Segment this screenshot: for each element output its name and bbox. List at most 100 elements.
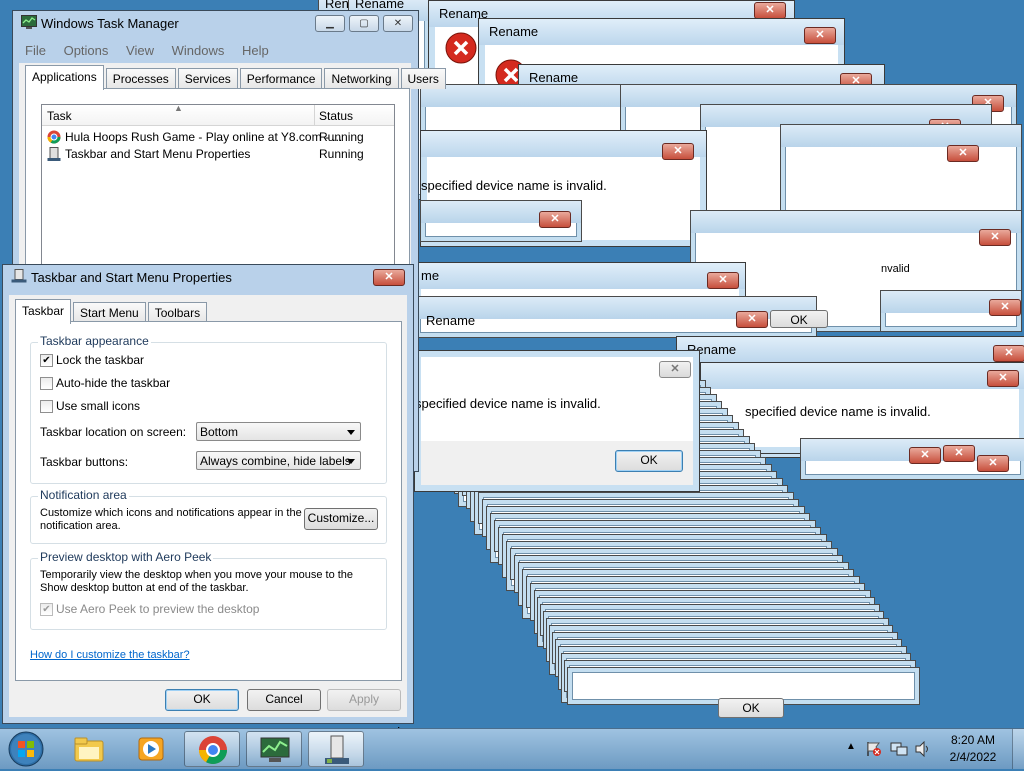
autohide-checkbox[interactable]	[40, 377, 53, 390]
tab-services[interactable]: Services	[177, 68, 238, 89]
task-name: Taskbar and Start Menu Properties	[65, 147, 251, 161]
close-icon[interactable]: ✕	[989, 299, 1021, 316]
table-row[interactable]: Taskbar and Start Menu Properties Runnin…	[47, 146, 392, 162]
menu-bar: File Options View Windows Help	[25, 43, 283, 58]
help-link[interactable]: How do I customize the taskbar?	[30, 649, 190, 661]
column-header-task[interactable]: Task	[47, 109, 72, 123]
action-center-flag-icon[interactable]	[866, 741, 882, 757]
lock-taskbar-label: Lock the taskbar	[56, 353, 145, 367]
error-message: specified device name is invalid.	[745, 404, 931, 419]
taskbar-explorer-button[interactable]	[60, 731, 116, 767]
taskbar-properties-button[interactable]	[308, 731, 364, 767]
error-dialog-front: ✕ specified device name is invalid. OK	[414, 350, 700, 492]
location-select[interactable]: Bottom	[196, 422, 361, 441]
error-dialog-ghost: ✕	[420, 200, 582, 242]
tab-applications[interactable]: Applications	[25, 65, 104, 90]
buttons-select[interactable]: Always combine, hide labels	[196, 451, 361, 470]
sort-arrow-icon: ▲	[174, 103, 183, 113]
error-message: specified device name is invalid.	[421, 178, 607, 193]
show-hidden-icons-arrow[interactable]: ▲	[846, 741, 856, 752]
cancel-button[interactable]: Cancel	[247, 689, 321, 711]
buttons-label: Taskbar buttons:	[40, 455, 129, 469]
dialog-title: Rename	[426, 313, 476, 328]
close-button[interactable]: ✕	[383, 15, 413, 32]
close-icon[interactable]: ✕	[979, 229, 1011, 246]
volume-icon[interactable]	[914, 741, 932, 757]
close-icon[interactable]: ✕	[539, 211, 571, 228]
error-message-fragment: nvalid	[881, 263, 910, 275]
menu-options[interactable]: Options	[64, 43, 109, 58]
start-button[interactable]	[6, 730, 46, 768]
buttons-value: Always combine, hide labels	[200, 454, 351, 468]
error-icon	[445, 32, 477, 64]
apply-button[interactable]: Apply	[327, 689, 401, 711]
close-button[interactable]: ✕	[373, 269, 405, 286]
aero-peek-checkbox[interactable]: ✔	[40, 603, 53, 616]
clock[interactable]: 8:20 AM 2/4/2022	[942, 733, 1004, 764]
close-icon[interactable]: ✕	[947, 145, 979, 162]
small-icons-label: Use small icons	[56, 399, 141, 413]
ok-button[interactable]: OK	[165, 689, 239, 711]
minimize-button[interactable]: ▁	[315, 15, 345, 32]
menu-file[interactable]: File	[25, 43, 46, 58]
menu-help[interactable]: Help	[242, 43, 269, 58]
taskbar-task-manager-button[interactable]	[246, 731, 302, 767]
ok-button[interactable]: OK	[770, 310, 828, 328]
close-icon[interactable]: ✕	[993, 345, 1024, 362]
lock-taskbar-checkbox[interactable]: ✔	[40, 354, 53, 367]
dialog-title-fragment: me	[421, 268, 440, 283]
clock-date: 2/4/2022	[949, 750, 997, 764]
close-icon[interactable]: ✕	[987, 370, 1019, 387]
menu-windows[interactable]: Windows	[172, 43, 225, 58]
taskbar-properties-icon	[11, 269, 27, 283]
tab-taskbar[interactable]: Taskbar	[15, 299, 72, 324]
close-icon[interactable]: ✕	[736, 311, 768, 328]
close-icon[interactable]: ✕	[977, 455, 1009, 472]
ok-button[interactable]: OK	[615, 450, 683, 472]
taskbar-media-player-button[interactable]	[122, 731, 178, 767]
close-icon[interactable]: ✕	[804, 27, 836, 44]
show-desktop-button[interactable]	[1012, 729, 1024, 769]
tab-performance[interactable]: Performance	[239, 68, 323, 89]
close-icon[interactable]: ✕	[659, 361, 691, 378]
tab-networking[interactable]: Networking	[324, 68, 399, 89]
location-value: Bottom	[200, 425, 239, 439]
explorer-folder-icon	[74, 737, 104, 762]
taskbar-tab-panel: Taskbar appearance ✔ Lock the taskbar Au…	[15, 321, 402, 681]
group-label: Preview desktop with Aero Peek	[38, 550, 214, 564]
close-icon[interactable]: ✕	[943, 445, 975, 462]
close-icon[interactable]: ✕	[662, 143, 694, 160]
tab-toolbars[interactable]: Toolbars	[147, 302, 208, 323]
autohide-label: Auto-hide the taskbar	[56, 376, 171, 390]
task-manager-icon	[260, 737, 290, 762]
taskbar-chrome-button[interactable]	[184, 731, 240, 767]
tab-users[interactable]: Users	[400, 68, 446, 89]
close-icon[interactable]: ✕	[707, 272, 739, 289]
ok-button[interactable]: OK	[718, 698, 784, 718]
table-row[interactable]: Hula Hoops Rush Game - Play online at Y8…	[47, 129, 392, 145]
network-icon[interactable]	[890, 741, 908, 757]
customize-button[interactable]: Customize...	[304, 508, 378, 530]
location-label: Taskbar location on screen:	[40, 425, 187, 439]
taskbar: ▲ 8:20 AM 2/4/2022	[0, 728, 1024, 769]
group-label: Taskbar appearance	[38, 334, 151, 348]
dialog-title: Rename	[489, 24, 539, 39]
close-icon[interactable]: ✕	[754, 2, 786, 19]
error-dialog-ghost: Rename ✕	[415, 296, 817, 338]
menu-view[interactable]: View	[126, 43, 154, 58]
group-label: Notification area	[38, 488, 129, 502]
chevron-down-icon	[347, 430, 355, 435]
small-icons-checkbox[interactable]	[40, 400, 53, 413]
aero-text: Temporarily view the desktop when you mo…	[40, 569, 354, 581]
window-title: Taskbar and Start Menu Properties	[31, 270, 232, 285]
chrome-icon	[47, 130, 61, 144]
taskbar-properties-icon	[47, 147, 61, 161]
tab-processes[interactable]: Processes	[105, 68, 176, 89]
close-icon[interactable]: ✕	[909, 447, 941, 464]
aero-text: Show desktop button at end of the taskba…	[40, 582, 249, 594]
maximize-button[interactable]: ▢	[349, 15, 379, 32]
column-header-status[interactable]: Status	[319, 109, 353, 123]
notification-text: Customize which icons and notifications …	[40, 507, 302, 519]
notification-text: notification area.	[40, 520, 121, 532]
tab-start-menu[interactable]: Start Menu	[73, 302, 146, 323]
